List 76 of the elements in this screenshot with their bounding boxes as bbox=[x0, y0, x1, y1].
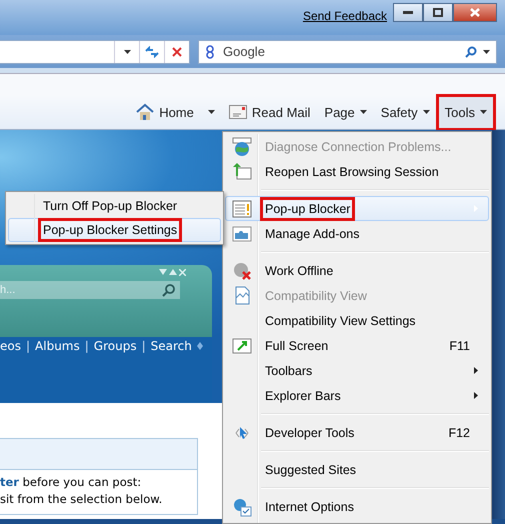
maximize-button[interactable] bbox=[423, 3, 453, 22]
toolbar-button[interactable]: Read Mail bbox=[224, 100, 316, 124]
close-button[interactable] bbox=[453, 3, 497, 22]
nav-link[interactable]: Groups bbox=[94, 339, 137, 353]
envelope-icon bbox=[228, 105, 247, 119]
menu-item-label: Diagnose Connection Problems... bbox=[264, 138, 452, 156]
reopen-tab-icon bbox=[232, 162, 252, 182]
nav-link[interactable]: Search bbox=[150, 339, 192, 353]
search-field[interactable]: Google bbox=[198, 40, 497, 64]
minimize-button[interactable] bbox=[393, 3, 423, 22]
menu-button[interactable]: Page bbox=[319, 100, 372, 124]
notice-text: sit from the selection below. bbox=[0, 491, 164, 508]
close-icon bbox=[470, 8, 480, 17]
menu-item-label: Explorer Bars bbox=[264, 388, 342, 404]
menu-item[interactable]: Full Screen F11 bbox=[225, 333, 489, 358]
menu-item[interactable]: Toolbars bbox=[225, 358, 489, 383]
search-options-caret-icon bbox=[483, 50, 490, 54]
diamond-icon bbox=[196, 342, 203, 350]
home-button[interactable]: Home bbox=[131, 99, 199, 125]
menu-item[interactable]: Work Offline bbox=[225, 258, 489, 283]
menu-item-label: Full Screen bbox=[264, 338, 330, 354]
puzzle-icon bbox=[232, 224, 252, 244]
address-field[interactable] bbox=[0, 40, 190, 64]
submenu-item-label: Pop-up Blocker Settings bbox=[41, 221, 180, 239]
menu-item[interactable]: Manage Add-ons bbox=[225, 221, 489, 246]
menu-item[interactable]: Explorer Bars bbox=[225, 383, 489, 408]
popup-blocker-icon bbox=[232, 198, 252, 218]
nav-link[interactable]: Albums bbox=[35, 339, 80, 353]
caret-icon bbox=[208, 110, 215, 114]
menu-item[interactable]: Suggested Sites bbox=[225, 457, 489, 482]
menu-item-label: Toolbars bbox=[264, 362, 314, 380]
menu-item[interactable]: Pop-up Blocker bbox=[225, 196, 489, 221]
submenu-item[interactable]: Turn Off Pop-up Blocker bbox=[8, 194, 221, 218]
house-icon bbox=[136, 103, 154, 121]
menu-item-label: Compatibility View bbox=[264, 288, 368, 304]
menu-item-label: Suggested Sites bbox=[264, 462, 358, 478]
menu-item-label: Internet Options bbox=[264, 498, 355, 516]
panel-search-field[interactable]: h... bbox=[0, 281, 180, 299]
menu-item-label: Developer Tools bbox=[264, 424, 356, 442]
menu-item[interactable]: Developer Tools F12 bbox=[225, 420, 489, 445]
maximize-icon bbox=[433, 8, 443, 17]
menu-button[interactable]: Safety bbox=[376, 100, 435, 124]
nav-link[interactable]: eos bbox=[0, 339, 21, 353]
nav-separator: | bbox=[84, 339, 89, 353]
fullscreen-icon bbox=[232, 336, 252, 356]
caret-icon bbox=[480, 110, 487, 114]
menu-item-label: Work Offline bbox=[264, 262, 334, 280]
caret-icon bbox=[422, 110, 430, 114]
menu-item-label: Pop-up Blocker bbox=[263, 200, 352, 218]
refresh-icon[interactable] bbox=[145, 46, 159, 58]
nav-separator: | bbox=[142, 339, 146, 353]
shortcut-text: F11 bbox=[449, 338, 470, 352]
shortcut-text: F12 bbox=[448, 426, 470, 440]
notice-text: ter before you can post: bbox=[0, 474, 142, 491]
panel-search-input[interactable]: h... bbox=[0, 284, 120, 296]
search-icon[interactable] bbox=[465, 46, 477, 58]
nav-separator: | bbox=[26, 339, 30, 353]
menu-item-label: Reopen Last Browsing Session bbox=[264, 164, 440, 180]
stop-icon[interactable] bbox=[172, 46, 182, 56]
submenu-item[interactable]: Pop-up Blocker Settings bbox=[8, 218, 221, 242]
menu-item[interactable]: Internet Options bbox=[225, 494, 489, 519]
search-provider-icon bbox=[205, 44, 215, 58]
minimize-icon bbox=[403, 11, 413, 14]
submenu-item-label: Turn Off Pop-up Blocker bbox=[42, 198, 178, 215]
menu-item-label: Manage Add-ons bbox=[264, 226, 361, 242]
menu-item[interactable]: Compatibility View Settings bbox=[225, 308, 489, 333]
menu-button[interactable]: Tools bbox=[438, 96, 493, 128]
caret-icon bbox=[360, 110, 367, 114]
menu-item[interactable]: Reopen Last Browsing Session bbox=[225, 159, 489, 184]
globe-icon bbox=[232, 136, 252, 156]
dropdown-caret-icon bbox=[124, 50, 130, 54]
options-globe-icon bbox=[232, 496, 252, 516]
offline-globe-icon bbox=[232, 260, 252, 280]
menu-item-label: Compatibility View Settings bbox=[264, 312, 417, 330]
feedback-link[interactable]: Send Feedback bbox=[302, 9, 387, 23]
search-icon[interactable] bbox=[162, 283, 176, 297]
